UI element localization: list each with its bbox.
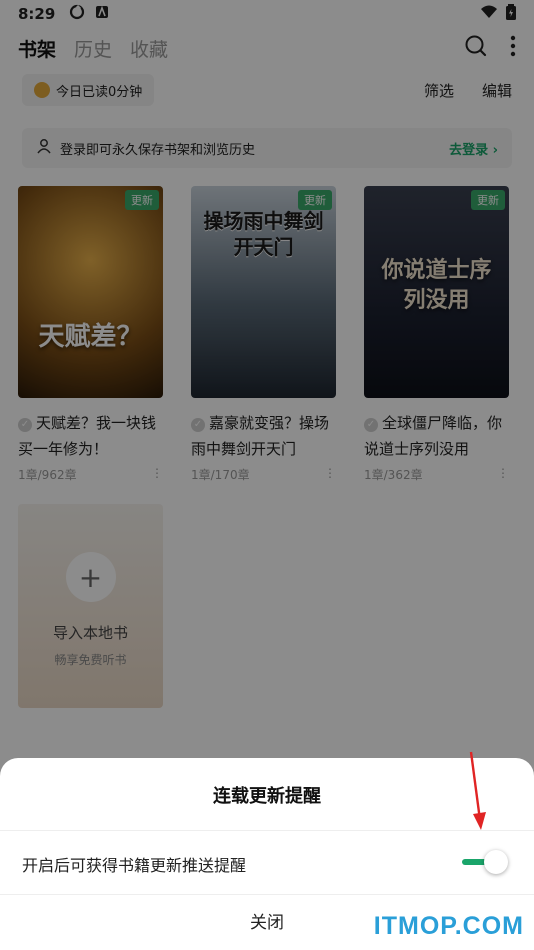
push-reminder-label: 开启后可获得书籍更新推送提醒 xyxy=(22,856,247,875)
watermark-text: ITMOP.COM xyxy=(373,912,524,940)
annotation-arrow xyxy=(455,748,495,842)
toggle-knob xyxy=(484,850,508,874)
divider xyxy=(0,830,534,831)
divider xyxy=(0,894,534,895)
sheet-title: 连载更新提醒 xyxy=(213,786,321,807)
push-reminder-toggle[interactable] xyxy=(462,850,508,874)
